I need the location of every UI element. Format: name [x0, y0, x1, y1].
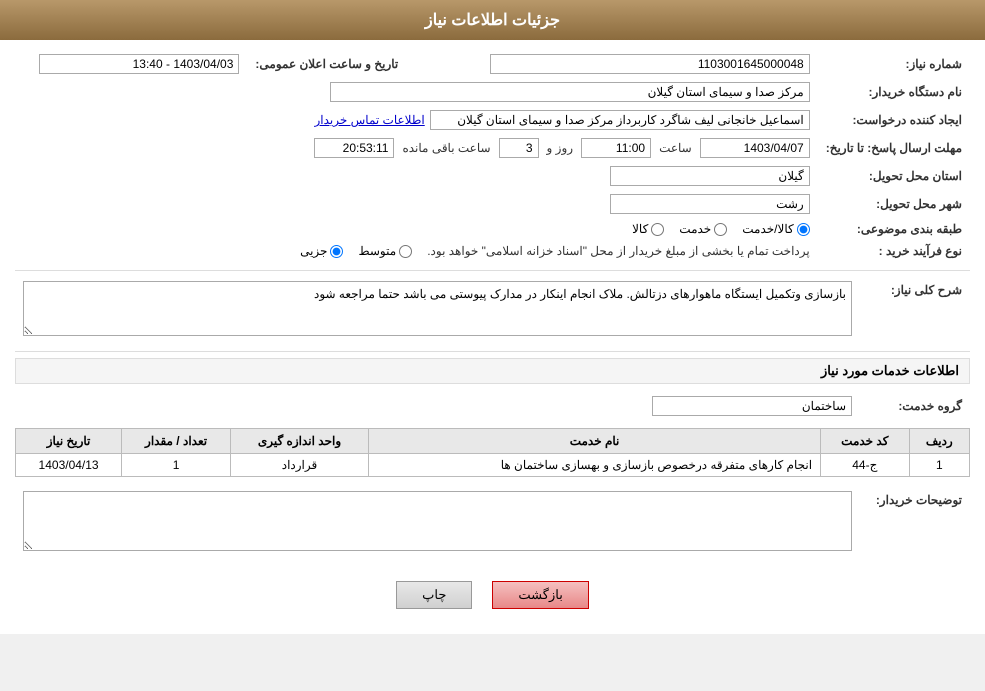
col-header-date: تاریخ نیاز [16, 429, 122, 454]
purchase-jozii-label: جزیی [300, 244, 327, 258]
cell-row-num: 1 [909, 454, 969, 477]
category-kala-khadamat-option[interactable]: کالا/خدمت [742, 222, 809, 236]
buyer-org-label: نام دستگاه خریدار: [818, 78, 970, 106]
cell-date: 1403/04/13 [16, 454, 122, 477]
separator-2 [15, 351, 970, 352]
buyer-notes-label: توضیحات خریدار: [860, 487, 970, 558]
page-header: جزئیات اطلاعات نیاز [0, 0, 985, 40]
col-header-quantity: تعداد / مقدار [122, 429, 231, 454]
reply-days-label: روز و [547, 141, 574, 155]
reply-date-input[interactable] [700, 138, 810, 158]
cell-unit: قرارداد [230, 454, 368, 477]
services-table: ردیف کد خدمت نام خدمت واحد اندازه گیری ت… [15, 428, 970, 477]
purchase-motovaset-option[interactable]: متوسط [358, 244, 412, 258]
buttons-row: بازگشت چاپ [15, 566, 970, 624]
services-section-title: اطلاعات خدمات مورد نیاز [15, 358, 970, 384]
print-button[interactable]: چاپ [396, 581, 472, 609]
cell-quantity: 1 [122, 454, 231, 477]
reply-remaining-input[interactable] [314, 138, 394, 158]
announcement-date-label: تاریخ و ساعت اعلان عمومی: [247, 50, 406, 78]
requester-label: ایجاد کننده درخواست: [818, 106, 970, 134]
city-label: شهر محل تحویل: [818, 190, 970, 218]
table-row: 1 ج-44 انجام کارهای متفرقه درخصوص بازساز… [16, 454, 970, 477]
city-input[interactable] [610, 194, 810, 214]
cell-service-code: ج-44 [821, 454, 910, 477]
back-button[interactable]: بازگشت [492, 581, 588, 609]
buyer-org-input[interactable] [330, 82, 810, 102]
need-number-label: شماره نیاز: [818, 50, 970, 78]
purchase-type-label: نوع فرآیند خرید : [818, 240, 970, 262]
description-label: شرح کلی نیاز: [860, 277, 970, 343]
reply-time-label: ساعت [659, 141, 692, 155]
requester-contact-link[interactable]: اطلاعات تماس خریدار [315, 113, 425, 127]
service-group-input[interactable] [652, 396, 852, 416]
purchase-note: پرداخت تمام یا بخشی از مبلغ خریدار از مح… [427, 244, 810, 258]
category-label: طبقه بندی موضوعی: [818, 218, 970, 240]
category-kala-label: کالا [632, 222, 648, 236]
category-khadamat-option[interactable]: خدمت [679, 222, 727, 236]
col-header-service-name: نام خدمت [369, 429, 821, 454]
col-header-row-num: ردیف [909, 429, 969, 454]
province-input[interactable] [610, 166, 810, 186]
reply-time-input[interactable] [581, 138, 651, 158]
buyer-notes-textarea[interactable] [23, 491, 852, 551]
announcement-date-input[interactable] [39, 54, 239, 74]
reply-remaining-label: ساعت باقی مانده [402, 141, 490, 155]
category-kala-khadamat-label: کالا/خدمت [742, 222, 793, 236]
purchase-jozii-option[interactable]: جزیی [300, 244, 343, 258]
service-group-label: گروه خدمت: [860, 392, 970, 420]
need-number-input[interactable] [490, 54, 810, 74]
category-khadamat-label: خدمت [679, 222, 711, 236]
requester-name-input[interactable] [430, 110, 810, 130]
page-title: جزئیات اطلاعات نیاز [425, 12, 560, 29]
col-header-service-code: کد خدمت [821, 429, 910, 454]
province-label: استان محل تحویل: [818, 162, 970, 190]
reply-deadline-label: مهلت ارسال پاسخ: تا تاریخ: [818, 134, 970, 162]
cell-service-name: انجام کارهای متفرقه درخصوص بازسازی و بهس… [369, 454, 821, 477]
separator-1 [15, 270, 970, 271]
description-textarea[interactable] [23, 281, 852, 336]
reply-days-input[interactable] [499, 138, 539, 158]
category-kala-option[interactable]: کالا [632, 222, 664, 236]
col-header-unit: واحد اندازه گیری [230, 429, 368, 454]
purchase-motovaset-label: متوسط [358, 244, 396, 258]
